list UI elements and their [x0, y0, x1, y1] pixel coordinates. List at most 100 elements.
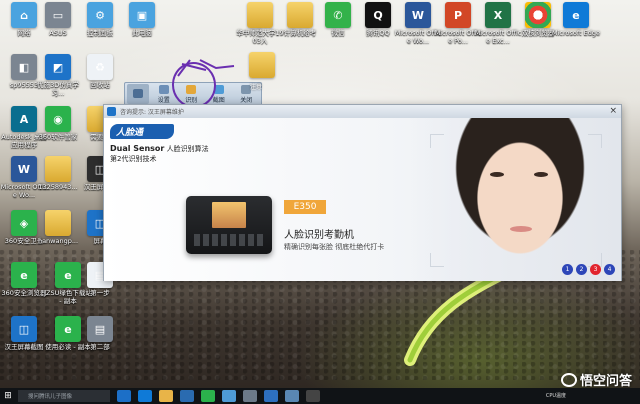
app-taskbar-icon[interactable] — [243, 390, 257, 402]
system-tray[interactable] — [610, 390, 640, 402]
desktop-icon-label: hanwangp... — [37, 237, 79, 245]
chat-bubble-icon — [560, 372, 577, 387]
cpu-temp-label: CPU温度 — [545, 393, 566, 399]
settings-label: 设置 — [157, 96, 170, 104]
desktop-icon[interactable]: e 360安全浏览器 — [0, 262, 48, 297]
lips — [510, 226, 532, 232]
carousel-pagination: 1234 — [562, 264, 615, 275]
desktop-icon-label: 此电脑 — [132, 29, 152, 37]
dual-sensor-text: 人脸识别算法 — [164, 145, 209, 153]
app-taskbar-icon[interactable] — [285, 390, 299, 402]
left-eye — [490, 172, 504, 177]
brand-logo: 人脸通 — [110, 124, 174, 139]
desktop-icon-glyph: ▭ — [45, 2, 71, 28]
desktop-icon-label: Microsoft Edge — [552, 29, 601, 37]
app-taskbar-icon[interactable] — [264, 390, 278, 402]
dual-sensor-line: Dual Sensor 人脸识别算法 — [110, 144, 209, 154]
device-screen — [212, 202, 246, 228]
taskbar: ⊞ 搜问腾讯儿子图像 — [0, 388, 640, 404]
desktop-icon[interactable]: ▭ ASUS — [34, 2, 82, 37]
generation-text: 第2代识别技术 — [110, 155, 157, 163]
window-title: 咨询提示: 汉王屏幕维护 — [120, 109, 184, 116]
carousel-dot[interactable]: 2 — [576, 264, 587, 275]
desktop-icon-label: 汉王屏幕截图 — [4, 343, 44, 351]
desktop-icon[interactable]: ◫ 汉王屏幕截图 — [0, 316, 48, 351]
browser-taskbar-icon[interactable] — [201, 390, 215, 402]
watermark: 悟空问答 — [560, 370, 632, 389]
desktop-icon-glyph — [525, 2, 551, 28]
desktop-icon-label: 回收站 — [90, 81, 110, 89]
desktop-icon-label: 第一步 — [90, 289, 110, 297]
windows-icon: ⊞ — [4, 391, 12, 401]
scan-frame-corner — [430, 253, 444, 267]
ad-banner[interactable]: 人脸通 Dual Sensor 人脸识别算法 第2代识别技术 E350 人脸识别… — [104, 118, 621, 281]
app-icon — [107, 107, 116, 116]
desktop-icon-glyph — [249, 52, 275, 78]
desktop-icon[interactable]: hanwangp... — [34, 210, 82, 245]
desktop-icon-glyph: P — [445, 2, 471, 28]
desktop-icon-glyph — [45, 210, 71, 236]
taskview-icon[interactable] — [117, 390, 131, 402]
desktop-icon[interactable] — [238, 52, 286, 79]
desktop-icon-glyph — [45, 156, 71, 182]
desktop-icon-label: 360安全浏览器 — [1, 289, 47, 297]
desktop-icon[interactable]: 13258943... — [34, 156, 82, 191]
desktop-icon-glyph: ◉ — [45, 106, 71, 132]
ad-popup-window: 咨询提示: 汉王屏幕维护 × 人脸通 Dual Sensor 人脸识别算法 第2… — [103, 104, 622, 281]
right-eye — [534, 172, 548, 177]
start-button[interactable]: ⊞ — [0, 388, 16, 404]
carousel-dot[interactable]: 1 — [562, 264, 573, 275]
desktop-icon-glyph: Q — [365, 2, 391, 28]
desktop-icon-glyph: e — [11, 262, 37, 288]
close-icon[interactable]: × — [609, 106, 617, 116]
desktop-icon[interactable]: ◩ 优施3D仿真学习... — [34, 54, 82, 97]
desktop-icon[interactable]: ⚙ 控制面板 — [76, 2, 124, 37]
desktop-icon-glyph: ◫ — [11, 316, 37, 342]
app-taskbar-icon[interactable] — [306, 390, 320, 402]
desktop-icon-glyph: ▤ — [87, 316, 113, 342]
desktop-icon-glyph — [287, 2, 313, 28]
store-icon[interactable] — [180, 390, 194, 402]
file-explorer-icon[interactable] — [159, 390, 173, 402]
toolbar-icon-button[interactable] — [127, 84, 149, 104]
search-box[interactable]: 搜问腾讯儿子图像 — [18, 390, 110, 402]
close-label: 关闭 — [240, 96, 253, 104]
watermark-text: 悟空问答 — [579, 374, 632, 389]
carousel-dot[interactable]: 4 — [604, 264, 615, 275]
desktop-icon-glyph: e — [563, 2, 589, 28]
search-placeholder: 搜问腾讯儿子图像 — [28, 394, 73, 400]
desktop-icon-glyph: ♻ — [87, 54, 113, 80]
window-titlebar[interactable]: 咨询提示: 汉王屏幕维护 × — [104, 105, 621, 118]
scan-frame-corner — [430, 134, 444, 148]
desktop-icon-glyph — [247, 2, 273, 28]
desktop-icon[interactable]: e Microsoft Edge — [552, 2, 600, 37]
desktop-icon[interactable]: ♻ 回收站 — [76, 54, 124, 89]
attendance-device-image — [186, 196, 272, 254]
desktop-icon[interactable]: ▣ 此电脑 — [118, 2, 166, 37]
annotation-scribble — [177, 59, 235, 77]
desktop-icon-glyph: ◩ — [45, 54, 71, 80]
desktop-icon-label: 控制面板 — [87, 29, 113, 37]
desktop-icon-glyph: W — [405, 2, 431, 28]
tagline: 精确识别每张脸 彻底杜绝代打卡 — [284, 243, 385, 251]
face-photo — [410, 118, 621, 281]
hidden-icon-label: 注意 — [250, 84, 263, 91]
dual-sensor-bold: Dual Sensor — [110, 144, 165, 153]
model-name: 人脸识别考勤机 — [284, 230, 354, 241]
scan-frame-corner — [588, 134, 602, 148]
app-logo-icon — [133, 89, 143, 98]
edge-taskbar-icon[interactable] — [138, 390, 152, 402]
desktop-icon[interactable]: ▤ 第二部 — [76, 316, 124, 351]
desktop-icon-label: 第二部 — [90, 343, 110, 351]
screenshot-label: 截图 — [212, 96, 225, 104]
carousel-dot[interactable]: 3 — [590, 264, 601, 275]
desktop-icon-glyph: ▣ — [129, 2, 155, 28]
desktop-icon-glyph: X — [485, 2, 511, 28]
model-badge: E350 — [284, 200, 326, 214]
desktop-icon-label: 优施3D仿真学习... — [37, 81, 79, 97]
app-taskbar-icon[interactable] — [222, 390, 236, 402]
desktop-icon-label: 13258943... — [38, 183, 78, 191]
desktop-icon[interactable]: ◉ 360软件管家 — [34, 106, 82, 141]
desktop-icon-label: ASUS — [49, 29, 67, 37]
brand-logo-text: 人脸通 — [116, 128, 144, 138]
